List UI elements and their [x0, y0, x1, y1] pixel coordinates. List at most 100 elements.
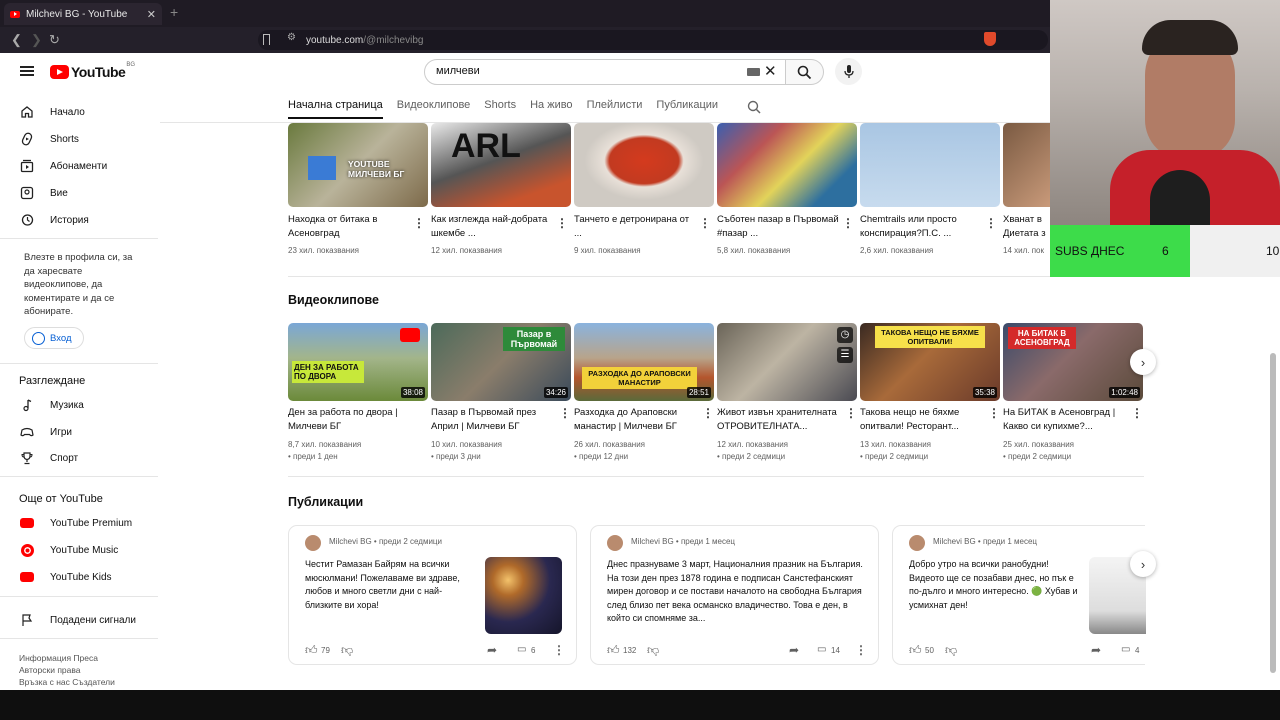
avatar[interactable]: [305, 535, 321, 551]
page-scrollbar[interactable]: [1270, 353, 1276, 673]
watch-later-icon[interactable]: ◷: [837, 327, 853, 343]
video-thumbnail[interactable]: РАЗХОДКА ДО АРАПОВСКИ МАНАСТИР 28:51: [574, 323, 714, 401]
sidebar-item-you[interactable]: Вие: [19, 185, 68, 201]
tab-home[interactable]: Начална страница: [288, 99, 383, 119]
brave-shield-icon[interactable]: [984, 32, 996, 46]
video-thumbnail[interactable]: [1003, 123, 1050, 207]
video-thumbnail[interactable]: ARL: [431, 123, 571, 207]
clear-search-icon[interactable]: ✕: [764, 62, 777, 80]
like-icon[interactable]: 👍︎: [607, 643, 620, 658]
back-icon[interactable]: ❮: [11, 32, 22, 48]
video-title[interactable]: Пазар в Първомай през Април | Милчеви БГ: [431, 406, 556, 434]
new-tab-icon[interactable]: +: [170, 4, 178, 20]
comment-icon[interactable]: ▭: [1121, 644, 1130, 655]
footer-links-1[interactable]: Информация Преса: [19, 652, 98, 664]
more-options-icon[interactable]: ⋮: [855, 643, 867, 657]
bookmark-icon[interactable]: [263, 34, 270, 45]
avatar[interactable]: [909, 535, 925, 551]
close-tab-icon[interactable]: ✕: [147, 8, 156, 21]
avatar[interactable]: [607, 535, 623, 551]
video-thumbnail[interactable]: [717, 123, 857, 207]
share-icon[interactable]: ➦: [789, 643, 799, 657]
video-thumbnail[interactable]: НА БИТАК В АСЕНОВГРАД 1:02:48: [1003, 323, 1143, 401]
video-title[interactable]: Chemtrails или просто конспирация?П.С. .…: [860, 213, 985, 241]
sidebar-item-home[interactable]: Начало: [19, 104, 85, 120]
keyboard-icon[interactable]: [747, 68, 760, 76]
comment-icon[interactable]: ▭: [517, 644, 526, 655]
tab-posts[interactable]: Публикации: [656, 99, 718, 119]
video-title[interactable]: На БИТАК в Асеновград | Какво си купихме…: [1003, 406, 1128, 434]
youtube-logo[interactable]: YouTube BG: [50, 62, 135, 80]
share-icon[interactable]: ➦: [1091, 643, 1101, 657]
video-thumbnail[interactable]: [860, 123, 1000, 207]
tab-videos[interactable]: Видеоклипове: [397, 99, 471, 119]
channel-search-icon[interactable]: [747, 100, 761, 119]
community-post[interactable]: Milchevi BG • преди 1 месец Днес празнув…: [590, 525, 879, 665]
sidebar-item-youtube-music[interactable]: YouTube Music: [19, 542, 118, 558]
more-options-icon[interactable]: ⋮: [553, 643, 565, 657]
videos-section-title[interactable]: Видеоклипове: [288, 293, 379, 307]
more-options-icon[interactable]: ⋮: [702, 406, 714, 420]
sidebar-item-music[interactable]: Музика: [19, 397, 84, 413]
video-title[interactable]: Разходка до Араповски манастир | Милчеви…: [574, 406, 699, 434]
video-title[interactable]: Танчето е детронирана от ...: [574, 213, 699, 241]
video-title[interactable]: Такова нещо не бяхме опитвали! Ресторант…: [860, 406, 985, 434]
reload-icon[interactable]: ↻: [49, 32, 60, 48]
share-icon[interactable]: ➦: [487, 643, 497, 657]
sidebar-item-subscriptions[interactable]: Абонаменти: [19, 158, 107, 174]
menu-icon[interactable]: [20, 66, 34, 76]
sidebar-item-youtube-kids[interactable]: YouTube Kids: [19, 569, 112, 585]
video-title[interactable]: Хванат в Диетата з: [1003, 213, 1050, 241]
more-options-icon[interactable]: ⋮: [842, 216, 854, 230]
tab-shorts[interactable]: Shorts: [484, 99, 516, 119]
community-post[interactable]: Milchevi BG • преди 2 седмици Честит Рам…: [288, 525, 577, 665]
video-thumbnail[interactable]: [574, 123, 714, 207]
voice-search-button[interactable]: [835, 58, 862, 85]
video-title[interactable]: Живот извън хранителната ОТРОВИТЕЛНАТА..…: [717, 406, 842, 434]
video-thumbnail[interactable]: ◷ ☰: [717, 323, 857, 401]
video-thumbnail[interactable]: ТАКОВА НЕЩО НЕ БЯХМЕ ОПИТВАЛИ! 35:38: [860, 323, 1000, 401]
sidebar-item-reports[interactable]: Подадени сигнали: [19, 612, 136, 628]
more-options-icon[interactable]: ⋮: [556, 216, 568, 230]
sidebar-item-sports[interactable]: Спорт: [19, 450, 78, 466]
like-icon[interactable]: 👍︎: [909, 643, 922, 658]
comment-icon[interactable]: ▭: [817, 644, 826, 655]
dislike-icon[interactable]: 👎︎: [647, 643, 659, 658]
address-bar[interactable]: youtube.com/@milchevibg: [258, 30, 1048, 50]
forward-icon[interactable]: ❯: [31, 32, 42, 48]
site-settings-icon[interactable]: ⚙: [287, 32, 296, 43]
footer-links-3[interactable]: Връзка с нас Създатели: [19, 676, 115, 688]
sidebar-item-youtube-premium[interactable]: YouTube Premium: [19, 515, 132, 531]
video-title[interactable]: Находка от битака в Асеновград: [288, 213, 413, 241]
more-options-icon[interactable]: ⋮: [988, 406, 1000, 420]
sidebar-item-history[interactable]: История: [19, 212, 89, 228]
dislike-icon[interactable]: 👎︎: [945, 643, 957, 658]
browser-tab[interactable]: Milchevi BG - YouTube ✕: [4, 3, 162, 25]
video-title[interactable]: Ден за работа по двора | Милчеви БГ: [288, 406, 413, 434]
tab-playlists[interactable]: Плейлисти: [587, 99, 643, 119]
video-thumbnail[interactable]: YOUTUBE МИЛЧЕВИ БГ: [288, 123, 428, 207]
sidebar-item-gaming[interactable]: Игри: [19, 424, 72, 440]
search-button[interactable]: [786, 59, 824, 85]
post-image[interactable]: [485, 557, 562, 634]
more-options-icon[interactable]: ⋮: [1131, 406, 1143, 420]
like-icon[interactable]: 👍︎: [305, 643, 318, 658]
more-options-icon[interactable]: ⋮: [413, 216, 425, 230]
video-title[interactable]: Как изглежда най-добрата шкембе ...: [431, 213, 556, 241]
video-thumbnail[interactable]: ДЕН ЗА РАБОТА ПО ДВОРА 38:08: [288, 323, 428, 401]
more-options-icon[interactable]: ⋮: [559, 406, 571, 420]
next-videos-button[interactable]: ›: [1130, 349, 1156, 375]
posts-section-title[interactable]: Публикации: [288, 495, 363, 509]
video-thumbnail[interactable]: Пазар в Първомай 34:26: [431, 323, 571, 401]
add-to-queue-icon[interactable]: ☰: [837, 347, 853, 363]
community-post[interactable]: Milchevi BG • преди 1 месец Добро утро н…: [892, 525, 1146, 665]
more-options-icon[interactable]: ⋮: [845, 406, 857, 420]
dislike-icon[interactable]: 👎︎: [341, 643, 353, 658]
video-title[interactable]: Съботен пазар в Първомай #пазар ...: [717, 213, 842, 241]
search-input[interactable]: милчеви: [424, 59, 786, 85]
tab-live[interactable]: На живо: [530, 99, 572, 119]
more-options-icon[interactable]: ⋮: [985, 216, 997, 230]
signin-button[interactable]: Вход: [24, 327, 84, 349]
sidebar-item-shorts[interactable]: Shorts: [19, 131, 79, 147]
next-posts-button[interactable]: ›: [1130, 551, 1156, 577]
